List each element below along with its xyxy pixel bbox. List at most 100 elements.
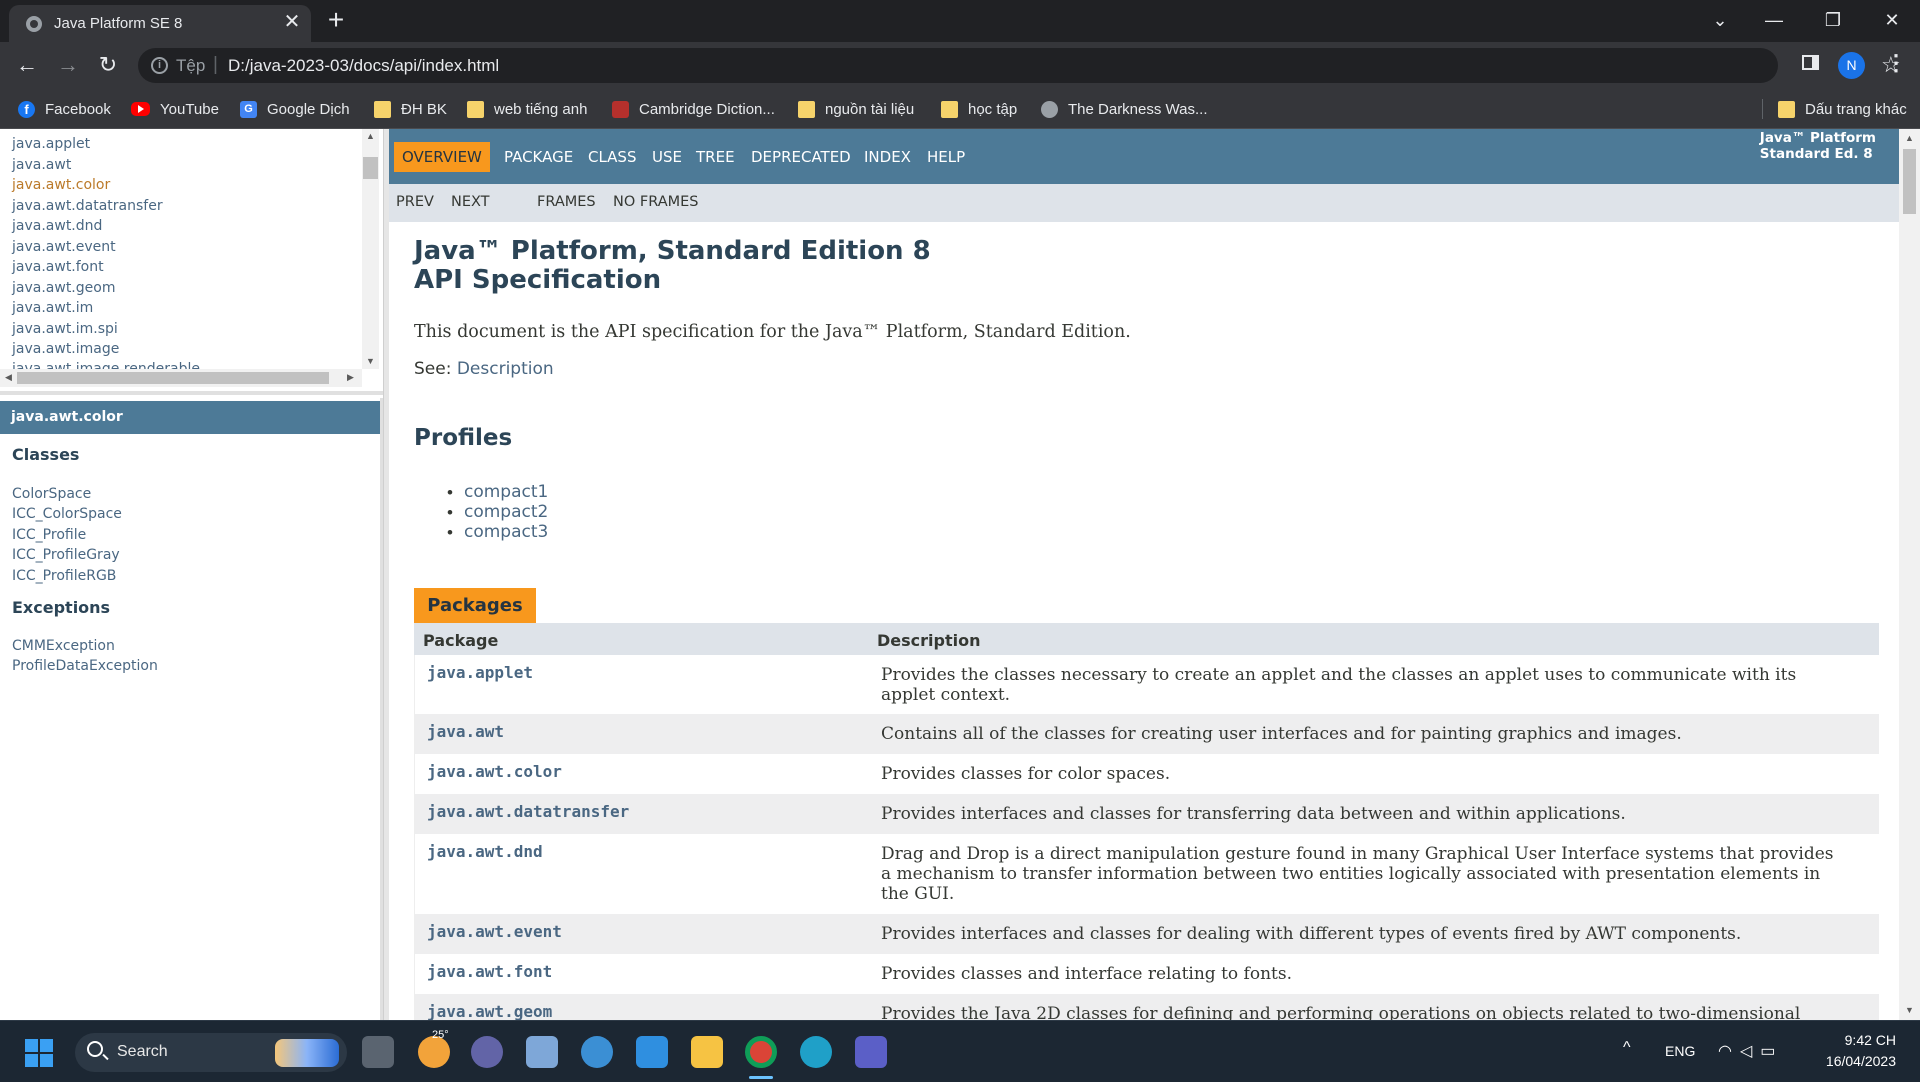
bookmark-folder-dhbk[interactable]: ĐH BK [374,97,447,121]
package-title[interactable]: java.awt.color [0,401,380,434]
forward-button[interactable]: → [52,49,84,81]
new-tab-button[interactable]: + [322,6,350,35]
nav-deprecated[interactable]: DEPRECATED [751,142,851,172]
no-frames-link[interactable]: NO FRAMES [613,194,699,210]
scroll-left-arrow-icon[interactable]: ◀ [0,372,17,383]
package-name-link[interactable]: java.applet [427,663,533,682]
scroll-up-arrow-icon[interactable]: ▲ [362,131,379,141]
nav-index[interactable]: INDEX [864,142,911,172]
package-name-link[interactable]: java.awt.color [427,762,562,781]
wifi-icon[interactable]: ◠ [1718,1043,1740,1060]
bookmark-youtube[interactable]: YouTube [131,97,219,121]
bookmark-google-translate[interactable]: G Google Dịch [240,97,350,121]
profile-link[interactable]: compact1 [464,482,548,502]
volume-icon[interactable]: ◁ [1740,1043,1760,1060]
bookmark-cambridge[interactable]: Cambridge Diction... [612,97,775,121]
nav-use[interactable]: USE [652,142,682,172]
close-window-button[interactable]: ✕ [1872,6,1912,34]
profile-link[interactable]: compact3 [464,522,548,542]
bookmark-facebook[interactable]: f Facebook [18,97,111,121]
packages-vertical-scrollbar[interactable]: ▲ ▼ [362,129,379,369]
tab-close-icon[interactable]: ✕ [281,11,303,33]
package-link[interactable]: java.awt [12,157,71,173]
class-link[interactable]: ICC_ColorSpace [12,506,122,522]
scrollbar-thumb[interactable] [363,157,378,179]
chat-icon[interactable] [471,1036,503,1068]
exception-link[interactable]: ProfileDataException [12,658,158,674]
task-view-icon[interactable] [362,1036,394,1068]
reload-button[interactable]: ↻ [92,49,124,81]
bookmark-darkness[interactable]: The Darkness Was... [1041,97,1207,121]
scroll-down-arrow-icon[interactable]: ▼ [1901,1005,1918,1015]
package-link[interactable]: java.awt.geom [12,280,115,296]
package-name-link[interactable]: java.awt.font [427,962,552,981]
tab-strip: Java Platform SE 8 ✕ + ⌄ — ❐ ✕ [0,0,1920,42]
show-hidden-icons-icon[interactable]: ^ [1623,1039,1631,1057]
windows-start-icon[interactable] [25,1039,53,1067]
description-link[interactable]: Description [457,359,554,379]
scroll-down-arrow-icon[interactable]: ▼ [362,356,379,366]
clock-date[interactable]: 16/04/2023 [1810,1053,1896,1069]
system-tray-icons[interactable]: ◠◁▭ [1718,1041,1783,1061]
minimize-button[interactable]: — [1754,6,1794,34]
browser-tab[interactable]: Java Platform SE 8 ✕ [9,5,311,42]
class-link[interactable]: ICC_ProfileGray [12,547,120,563]
vscode-icon[interactable] [636,1036,668,1068]
chrome-icon[interactable] [745,1036,777,1068]
package-link[interactable]: java.awt.font [12,259,104,275]
package-link[interactable]: java.applet [12,136,90,152]
scrollbar-thumb[interactable] [17,372,329,384]
package-name-link[interactable]: java.awt.dnd [427,842,543,861]
battery-icon[interactable]: ▭ [1760,1043,1783,1060]
clock-time[interactable]: 9:42 CH [1830,1032,1896,1048]
profile-avatar[interactable]: N [1838,52,1865,79]
back-button[interactable]: ← [11,49,43,81]
class-link[interactable]: ColorSpace [12,486,91,502]
scrollbar-thumb[interactable] [1903,149,1916,214]
package-link[interactable]: java.awt.datatransfer [12,198,163,214]
taskbar-search[interactable]: Search [75,1033,347,1072]
photos-icon[interactable] [526,1036,558,1068]
bookmark-folder-web-tieng-anh[interactable]: web tiếng anh [467,97,587,121]
package-name-link[interactable]: java.awt [427,722,504,741]
nav-tree[interactable]: TREE [696,142,735,172]
scroll-right-arrow-icon[interactable]: ▶ [342,372,359,383]
exception-link[interactable]: CMMException [12,638,115,654]
other-bookmarks[interactable]: Dấu trang khác [1778,97,1907,121]
main-vertical-scrollbar[interactable]: ▲ ▼ [1899,129,1920,1020]
nav-help[interactable]: HELP [927,142,965,172]
package-link[interactable]: java.awt.dnd [12,218,102,234]
packages-horizontal-scrollbar[interactable]: ◀ ▶ [0,369,362,387]
edge-icon[interactable] [800,1036,832,1068]
profile-link[interactable]: compact2 [464,502,548,522]
tab-search-dropdown-icon[interactable]: ⌄ [1700,6,1740,34]
class-link[interactable]: ICC_Profile [12,527,86,543]
url-text[interactable]: D:/java-2023-03/docs/api/index.html [228,56,499,76]
bookmark-folder-nguon-tai-lieu[interactable]: nguồn tài liệu [798,97,914,121]
nav-package[interactable]: PACKAGE [504,142,573,172]
file-explorer-icon[interactable] [691,1036,723,1068]
nav-class[interactable]: CLASS [588,142,636,172]
scroll-up-arrow-icon[interactable]: ▲ [1901,133,1918,143]
restore-button[interactable]: ❐ [1813,6,1853,34]
package-name-link[interactable]: java.awt.event [427,922,562,941]
input-language[interactable]: ENG [1665,1043,1695,1059]
site-info-icon[interactable]: i [151,57,168,74]
teams-icon[interactable] [855,1036,887,1068]
package-link[interactable]: java.awt.event [12,239,116,255]
package-name-link[interactable]: java.awt.geom [427,1002,552,1020]
address-bar[interactable]: i Tệp | D:/java-2023-03/docs/api/index.h… [138,48,1901,83]
package-link[interactable]: java.awt.im.spi [12,321,118,337]
package-link[interactable]: java.awt.image [12,341,119,357]
bookmark-folder-hoc-tap[interactable]: học tập [941,97,1017,121]
package-link[interactable]: java.awt.im [12,300,93,316]
nav-overview[interactable]: OVERVIEW [394,142,490,172]
frames-link[interactable]: FRAMES [537,194,596,210]
side-panel-icon[interactable] [1802,55,1819,70]
class-link[interactable]: ICC_ProfileRGB [12,568,116,584]
app-icon[interactable] [581,1036,613,1068]
package-name-link[interactable]: java.awt.datatransfer [427,802,629,821]
package-link-selected[interactable]: java.awt.color [12,177,110,193]
more-menu-icon[interactable]: ⋮ [1885,50,1907,76]
package-link[interactable]: java.awt.image.renderable [12,361,200,369]
